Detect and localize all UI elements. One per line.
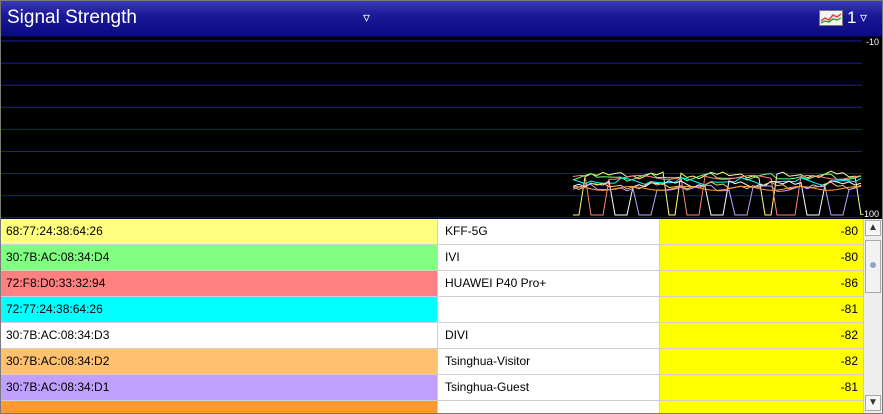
scroll-down-button[interactable]: ▼: [865, 395, 881, 411]
legend-chart-icon[interactable]: [819, 10, 843, 26]
table-row[interactable]: [1, 401, 863, 413]
table-row[interactable]: 72:F8:D0:33:32:94 HUAWEI P40 Pro+ -86: [1, 271, 863, 297]
mac-address-cell: [1, 401, 438, 413]
panel-title: Signal Strength: [7, 7, 137, 28]
rssi-cell: -82: [660, 349, 863, 374]
table-row[interactable]: 68:77:24:38:64:26 KFF-5G -80: [1, 219, 863, 245]
table-row[interactable]: 30:7B:AC:08:34:D2 Tsinghua-Visitor -82: [1, 349, 863, 375]
mac-address-cell: 30:7B:AC:08:34:D2: [1, 349, 438, 374]
rssi-cell: -81: [660, 375, 863, 400]
y-axis-top-label: -10: [865, 37, 879, 47]
table-scrollbar[interactable]: ▲ ▼: [863, 219, 882, 413]
scroll-up-button[interactable]: ▲: [865, 220, 881, 236]
y-axis-bottom-label: -100: [860, 209, 879, 219]
rssi-cell: -81: [660, 297, 863, 322]
rssi-cell: -82: [660, 323, 863, 348]
table-row[interactable]: 72:77:24:38:64:26 -81: [1, 297, 863, 323]
title-bar: Signal Strength ▿ 1 ▿: [1, 1, 882, 37]
rssi-cell: [660, 401, 863, 413]
access-point-table: 68:77:24:38:64:26 KFF-5G -80 30:7B:AC:08:34…: [1, 219, 863, 413]
scroll-thumb[interactable]: [865, 240, 881, 293]
ssid-cell: KFF-5G: [438, 219, 660, 244]
signal-strength-panel: Signal Strength ▿ 1 ▿ -10 -100 68:77:24:…: [0, 0, 883, 414]
mac-address-cell: 72:F8:D0:33:32:94: [1, 271, 438, 296]
table-row[interactable]: 30:7B:AC:08:34:D3 DIVI -82: [1, 323, 863, 349]
mac-address-cell: 68:77:24:38:64:26: [1, 219, 438, 244]
title-dropdown-icon[interactable]: ▿: [363, 9, 370, 26]
signal-plot: [1, 40, 862, 219]
mac-address-cell: 30:7B:AC:08:34:D1: [1, 375, 438, 400]
signal-strength-graph: -10 -100: [1, 37, 882, 219]
table-row[interactable]: 30:7B:AC:08:34:D1 Tsinghua-Guest -81: [1, 375, 863, 401]
ssid-cell: HUAWEI P40 Pro+: [438, 271, 660, 296]
rssi-cell: -80: [660, 245, 863, 270]
ssid-cell: Tsinghua-Guest: [438, 375, 660, 400]
mac-address-cell: 72:77:24:38:64:26: [1, 297, 438, 322]
mac-address-cell: 30:7B:AC:08:34:D3: [1, 323, 438, 348]
ssid-cell: Tsinghua-Visitor: [438, 349, 660, 374]
ssid-cell: [438, 297, 660, 322]
table-row[interactable]: 30:7B:AC:08:34:D4 IVI -80: [1, 245, 863, 271]
rssi-cell: -86: [660, 271, 863, 296]
ssid-cell: IVI: [438, 245, 660, 270]
mac-address-cell: 30:7B:AC:08:34:D4: [1, 245, 438, 270]
legend-dropdown-icon[interactable]: ▿: [860, 9, 867, 26]
legend-count: 1: [847, 8, 857, 27]
rssi-cell: -80: [660, 219, 863, 244]
ssid-cell: DIVI: [438, 323, 660, 348]
scroll-grip-icon: [870, 262, 876, 268]
ssid-cell: [438, 401, 660, 413]
